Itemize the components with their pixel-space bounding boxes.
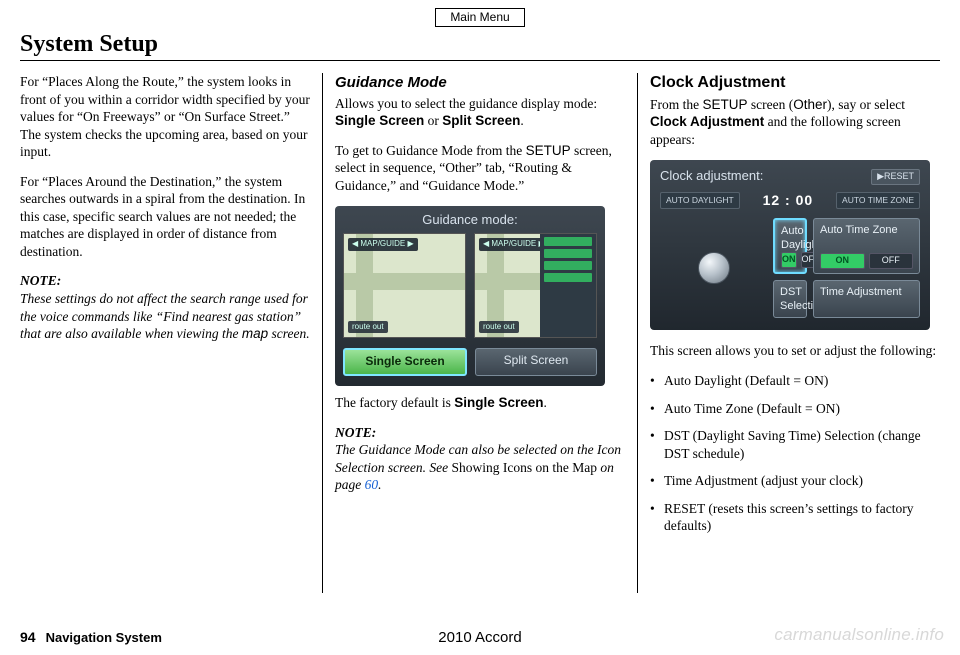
note-label: NOTE: [20, 272, 310, 290]
note-body-b: screen. [268, 326, 309, 341]
shot1-map-single: ◀ MAP/GUIDE ▶ route out [343, 233, 466, 338]
content-columns: For “Places Along the Route,” the system… [20, 73, 940, 593]
col3-bullets: Auto Daylight (Default = ON) Auto Time Z… [650, 372, 940, 535]
tile-label: Auto Time Zone [820, 223, 913, 237]
auto-timezone-pill: AUTO TIME ZONE [836, 192, 920, 209]
tile-auto-timezone[interactable]: Auto Time Zone ONOFF [813, 218, 920, 274]
col3-p1: From the SETUP screen (Other), say or se… [650, 96, 940, 149]
mapguide-label: ◀ MAP/GUIDE ▶ [479, 238, 549, 250]
shot2-status-row: AUTO DAYLIGHT 12 : 00 AUTO TIME ZONE [660, 191, 920, 209]
route-tag: route out [348, 321, 388, 333]
main-menu-button[interactable]: Main Menu [435, 8, 524, 27]
model-label: 2010 Accord [438, 629, 521, 646]
auto-daylight-pill: AUTO DAYLIGHT [660, 192, 740, 209]
shot1-header: Guidance mode: [343, 212, 597, 229]
guidance-mode-screenshot: Guidance mode: ◀ MAP/GUIDE ▶ route out ◀… [335, 206, 605, 386]
option-single-screen[interactable]: Single Screen [343, 348, 467, 376]
other-word: Other [793, 97, 827, 112]
t: From the [650, 97, 703, 112]
route-tag: route out [479, 321, 519, 333]
tile-label: DST Selection [780, 285, 800, 314]
note-label: NOTE: [335, 424, 625, 442]
toggle-on[interactable]: ON [820, 253, 865, 269]
shot1-map-split: ◀ MAP/GUIDE ▶ route out [474, 233, 597, 338]
col2-p3: The factory default is Single Screen. [335, 394, 625, 412]
option-split-screen[interactable]: Split Screen [475, 348, 597, 376]
col2-note: NOTE: The Guidance Mode can also be sele… [335, 424, 625, 494]
guidance-mode-heading: Guidance Mode [335, 73, 625, 93]
tile-dst-selection[interactable]: DST Selection [773, 280, 807, 319]
page: Main Menu System Setup For “Places Along… [0, 0, 960, 603]
clock-adjustment-screenshot: Clock adjustment: ▶RESET AUTO DAYLIGHT 1… [650, 160, 930, 330]
t: . [544, 395, 547, 410]
section-label: Navigation System [46, 630, 162, 645]
default-label: Single Screen [454, 395, 543, 410]
watermark: carmanualsonline.info [774, 625, 944, 645]
col1-p1: For “Places Along the Route,” the system… [20, 73, 310, 161]
reset-button[interactable]: ▶RESET [871, 169, 920, 185]
shot1-options: Single Screen Split Screen [343, 348, 597, 376]
t: screen ( [748, 97, 794, 112]
setup-word: SETUP [526, 143, 571, 158]
t: Allows you to select the guidance displa… [335, 96, 597, 111]
column-2: Guidance Mode Allows you to select the g… [323, 73, 638, 593]
col1-p2: For “Places Around the Destination,” the… [20, 173, 310, 261]
list-item: Time Adjustment (adjust your clock) [650, 472, 940, 490]
page-title: System Setup [20, 31, 940, 61]
page-number: 94 [20, 629, 36, 645]
clock-time: 12 : 00 [763, 191, 814, 209]
col2-p2: To get to Guidance Mode from the SETUP s… [335, 142, 625, 195]
list-item: Auto Daylight (Default = ON) [650, 372, 940, 390]
dial-knob[interactable] [660, 218, 767, 319]
single-screen-label: Single Screen [335, 113, 424, 128]
column-1: For “Places Along the Route,” the system… [20, 73, 323, 593]
setup-word: SETUP [703, 97, 748, 112]
shot2-header: Clock adjustment: [660, 168, 763, 185]
t: The factory default is [335, 395, 454, 410]
col1-note: NOTE: These settings do not affect the s… [20, 272, 310, 342]
col3-p2: This screen allows you to set or adjust … [650, 342, 940, 360]
clock-adj-label: Clock Adjustment [650, 114, 764, 129]
t: . [520, 113, 523, 128]
note-ref: Showing Icons on the Map [451, 460, 597, 475]
page-link-60[interactable]: 60 [365, 477, 379, 492]
list-item: Auto Time Zone (Default = ON) [650, 400, 940, 418]
mapguide-label: ◀ MAP/GUIDE ▶ [348, 238, 418, 250]
note-map-word: map [242, 326, 268, 341]
toggle-off[interactable]: OFF [869, 253, 914, 269]
t: or [424, 113, 442, 128]
tile-label: Auto Daylight [781, 224, 799, 253]
split-screen-label: Split Screen [442, 113, 520, 128]
tile-label: Time Adjustment [820, 285, 913, 299]
shot1-maps: ◀ MAP/GUIDE ▶ route out ◀ MAP/GUIDE ▶ ro… [343, 233, 597, 338]
t: ), say or select [827, 97, 905, 112]
clock-adjustment-heading: Clock Adjustment [650, 73, 940, 94]
shot2-header-row: Clock adjustment: ▶RESET [660, 168, 920, 185]
tile-time-adjustment[interactable]: Time Adjustment [813, 280, 920, 319]
list-item: DST (Daylight Saving Time) Selection (ch… [650, 427, 940, 462]
list-item: RESET (resets this screen’s settings to … [650, 500, 940, 535]
shot2-grid: Auto Daylight ONOFF Auto Time Zone ONOFF… [660, 218, 920, 314]
column-3: Clock Adjustment From the SETUP screen (… [638, 73, 940, 593]
tile-auto-daylight[interactable]: Auto Daylight ONOFF [773, 218, 807, 274]
toggle-on[interactable]: ON [781, 252, 797, 268]
col2-p1: Allows you to select the guidance displa… [335, 95, 625, 130]
t: To get to Guidance Mode from the [335, 143, 526, 158]
top-button-wrap: Main Menu [20, 8, 940, 27]
t: . [378, 477, 381, 492]
